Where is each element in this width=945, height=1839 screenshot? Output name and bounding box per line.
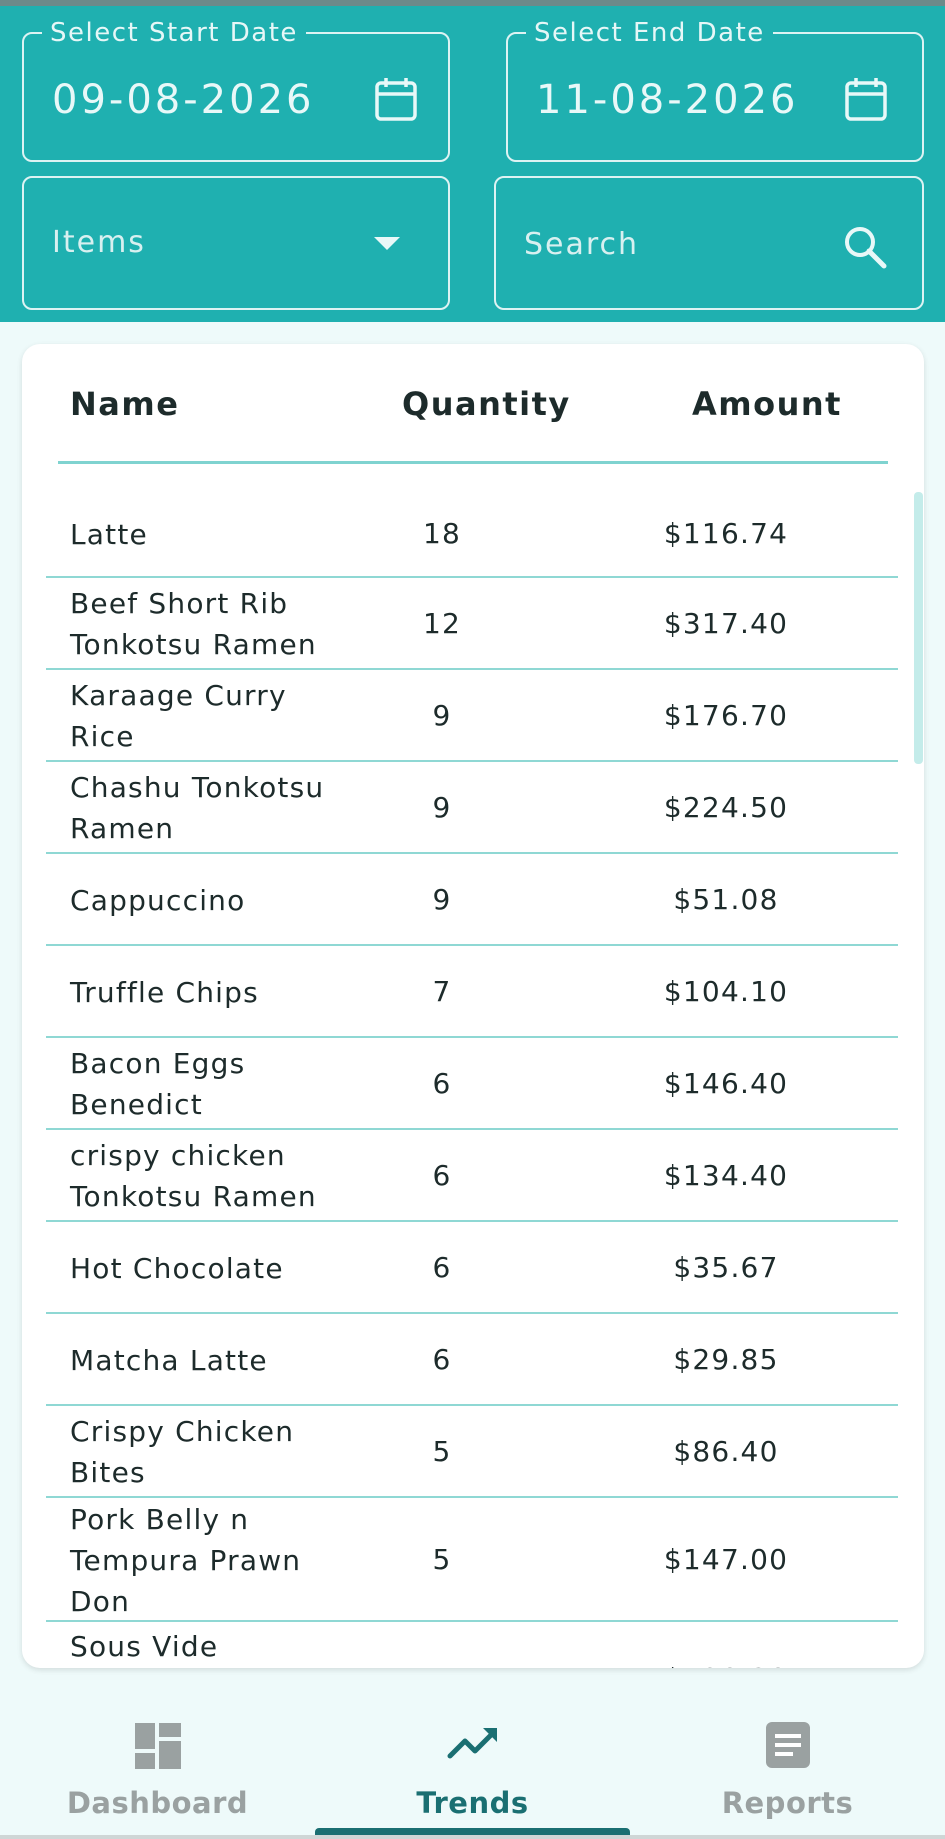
cell-amount: $51.08 [673,883,779,916]
scrollbar[interactable] [914,492,923,764]
header-divider [58,461,888,464]
bottom-navigation: Dashboard Trends Reports [0,1690,945,1839]
cell-amount: $116.74 [663,517,789,550]
cell-quantity: 9 [432,699,452,732]
cell-quantity: 12 [422,607,462,640]
cell-amount: $147.00 [663,1543,789,1576]
cell-name: Truffle Chips [70,975,259,1009]
start-date-field[interactable]: Select Start Date 09-08-2026 [22,17,450,162]
search-icon[interactable] [842,224,888,274]
nav-dashboard[interactable]: Dashboard [0,1690,315,1839]
chevron-down-icon[interactable] [372,234,402,256]
cell-amount: $134.40 [663,1159,789,1192]
nav-trends-label: Trends [416,1786,529,1820]
document-icon [766,1722,810,1772]
table-row[interactable]: Chashu Tonkotsu Ramen 9 $224.50 [46,762,898,854]
cell-name: Crispy Chicken Bites [70,1415,295,1489]
cell-amount: $86.40 [673,1435,779,1468]
end-date-value: 11-08-2026 [536,77,799,123]
cell-name: Hot Chocolate [70,1251,284,1285]
cell-name: crispy chicken Tonkotsu Ramen [70,1139,317,1213]
nav-dashboard-label: Dashboard [66,1786,249,1820]
items-select[interactable]: Items [22,176,450,310]
table-row[interactable]: Bacon Eggs Benedict 6 $146.40 [46,1038,898,1130]
nav-reports[interactable]: Reports [630,1690,945,1839]
header-amount[interactable]: Amount [692,384,842,424]
filter-bar: Select Start Date 09-08-2026 Select End … [0,0,945,322]
items-select-placeholder: Items [52,225,146,260]
table-row[interactable]: Crispy Chicken Bites 5 $86.40 [46,1406,898,1498]
table-row[interactable]: Hot Chocolate 6 $35.67 [46,1222,898,1314]
cell-name: Beef Short Rib Tonkotsu Ramen [70,587,317,661]
cell-name: Pork Belly n Tempura Prawn Don [70,1502,302,1618]
items-table-card: Name Quantity Amount Latte 18 $116.74 Beef … [22,344,924,1668]
cell-name: Karaage Curry Rice [70,679,287,753]
cell-quantity: 5 [432,1543,452,1576]
cell-amount: $317.40 [663,607,789,640]
cell-quantity: 6 [432,1159,452,1192]
cell-name: Chashu Tonkotsu Ramen [70,771,325,845]
end-date-field[interactable]: Select End Date 11-08-2026 [506,17,924,162]
bottom-edge [0,1835,945,1839]
nav-trends[interactable]: Trends [315,1690,630,1839]
table-row[interactable]: crispy chicken Tonkotsu Ramen 6 $134.40 [46,1130,898,1222]
table-header: Name Quantity Amount [22,344,924,466]
cell-quantity: 7 [432,975,452,1008]
table-row[interactable]: Cappuccino 9 $51.08 [46,854,898,946]
cell-name: Latte [70,517,148,551]
cell-quantity: 6 [432,1343,452,1376]
cell-name: Cappuccino [70,883,246,917]
start-date-value: 09-08-2026 [52,77,315,123]
cell-name: Bacon Eggs Benedict [70,1047,246,1121]
cell-amount: $176.70 [663,699,789,732]
table-row[interactable]: Latte 18 $116.74 [46,490,898,578]
cell-amount: $35.67 [673,1251,779,1284]
cell-amount: $29.85 [673,1343,779,1376]
search-field[interactable]: Search [494,176,924,310]
search-input[interactable]: Search [524,226,639,264]
start-date-label: Select Start Date [42,17,306,49]
cell-amount: $104.10 [663,975,789,1008]
table-row[interactable]: Karaage Curry Rice 9 $176.70 [46,670,898,762]
table-body[interactable]: Latte 18 $116.74 Beef Short Rib Tonkotsu Ra… [22,490,924,1668]
cell-quantity: 9 [432,883,452,916]
table-row[interactable]: Truffle Chips 7 $104.10 [46,946,898,1038]
cell-amount: $146.40 [663,1067,789,1100]
cell-amount: $120.30 [626,1662,826,1668]
cell-quantity: 5 [432,1435,452,1468]
dashboard-icon [134,1722,182,1774]
cell-name: Matcha Latte [70,1343,268,1377]
table-row[interactable]: Sous Vide 5 $120.30 [46,1622,898,1668]
header-name[interactable]: Name [70,384,179,424]
cell-quantity: 5 [342,1662,542,1668]
header-quantity[interactable]: Quantity [402,384,571,424]
calendar-icon[interactable] [374,76,418,126]
table-row[interactable]: Matcha Latte 6 $29.85 [46,1314,898,1406]
cell-amount: $224.50 [663,791,789,824]
cell-quantity: 18 [422,517,462,550]
cell-quantity: 6 [432,1251,452,1284]
trending-up-icon [447,1724,499,1764]
table-row[interactable]: Beef Short Rib Tonkotsu Ramen 12 $317.40 [46,578,898,670]
cell-quantity: 6 [432,1067,452,1100]
cell-quantity: 9 [432,791,452,824]
end-date-label: Select End Date [526,17,773,49]
nav-reports-label: Reports [721,1786,854,1820]
cell-name: Sous Vide [70,1630,219,1663]
calendar-icon[interactable] [844,76,888,126]
table-row[interactable]: Pork Belly n Tempura Prawn Don 5 $147.00 [46,1498,898,1622]
